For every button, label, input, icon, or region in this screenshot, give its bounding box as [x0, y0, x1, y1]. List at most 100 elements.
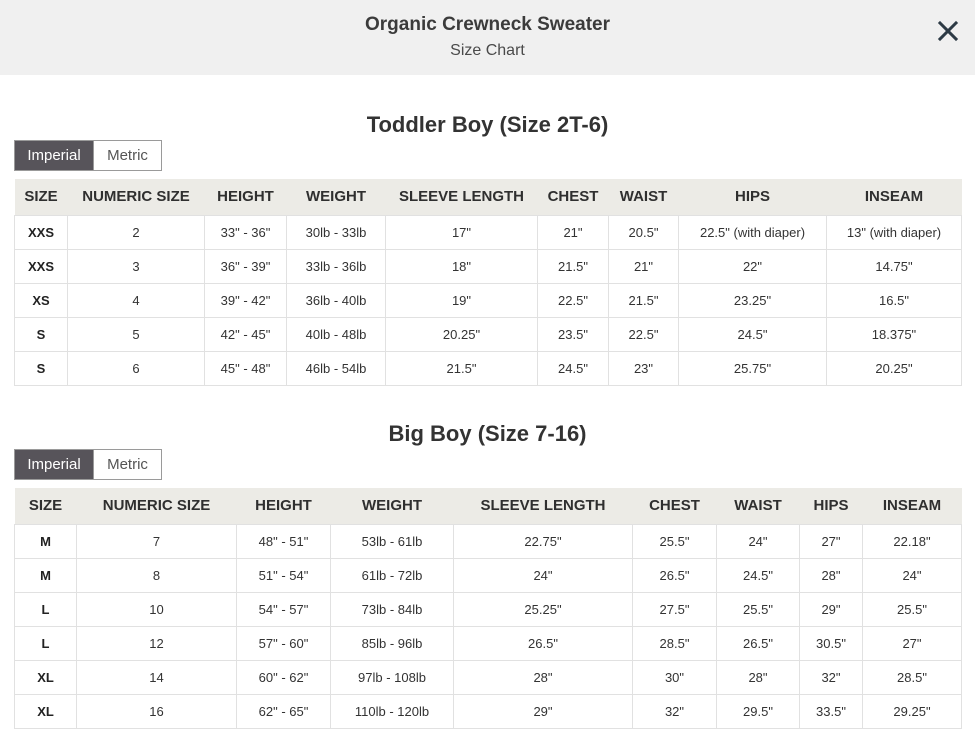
table-cell: 25.5" — [862, 591, 962, 627]
table-cell: 30lb - 33lb — [286, 214, 386, 250]
bigboy-imperial-tab[interactable]: Imperial — [15, 450, 93, 479]
size-cell: XL — [14, 659, 77, 695]
table-cell: 22" — [678, 248, 827, 284]
table-cell: 27" — [799, 523, 863, 559]
modal-header: Organic Crewneck Sweater Size Chart — [0, 0, 975, 75]
column-header: SIZE — [14, 179, 68, 215]
table-cell: 23" — [608, 350, 679, 386]
table-cell: 32" — [632, 693, 717, 729]
table-cell: 8 — [76, 557, 237, 593]
toddler-unit-toggle: Imperial Metric — [14, 140, 162, 171]
table-row: L 10 54" - 57" 73lb - 84lb 25.25" 27.5" 25.5" 2… — [14, 591, 962, 627]
table-cell: 24" — [716, 523, 800, 559]
size-cell: XXS — [14, 248, 68, 284]
table-cell: 2 — [67, 214, 205, 250]
table-row: M 7 48" - 51" 53lb - 61lb 22.75" 25.5" 24" 27" 2… — [14, 523, 962, 559]
table-cell: 29" — [799, 591, 863, 627]
table-cell: 14.75" — [826, 248, 962, 284]
table-cell: 22.75" — [453, 523, 633, 559]
table-cell: 30" — [632, 659, 717, 695]
table-cell: 6 — [67, 350, 205, 386]
size-cell: S — [14, 350, 68, 386]
table-cell: 97lb - 108lb — [330, 659, 454, 695]
table-cell: 13" (with diaper) — [826, 214, 962, 250]
table-cell: 21.5" — [537, 248, 609, 284]
table-cell: 29" — [453, 693, 633, 729]
table-cell: 26.5" — [716, 625, 800, 661]
size-cell: S — [14, 316, 68, 352]
column-header: WEIGHT — [286, 179, 386, 215]
table-cell: 20.5" — [608, 214, 679, 250]
table-cell: 29.25" — [862, 693, 962, 729]
table-cell: 25.5" — [716, 591, 800, 627]
column-header: HEIGHT — [204, 179, 287, 215]
table-cell: 27" — [862, 625, 962, 661]
table-cell: 22.18" — [862, 523, 962, 559]
table-cell: 5 — [67, 316, 205, 352]
table-cell: 18.375" — [826, 316, 962, 352]
table-row: XXS 2 33" - 36" 30lb - 33lb 17" 21" 20.5" 22.5"… — [14, 214, 962, 250]
table-cell: 51" - 54" — [236, 557, 331, 593]
table-cell: 22.5" — [608, 316, 679, 352]
size-cell: XXS — [14, 214, 68, 250]
size-cell: XS — [14, 282, 68, 318]
table-row: XS 4 39" - 42" 36lb - 40lb 19" 22.5" 21.5" 23.2… — [14, 282, 962, 318]
table-cell: 26.5" — [453, 625, 633, 661]
bigboy-size-table: SIZE NUMERIC SIZE HEIGHT WEIGHT SLEEVE LENGT… — [14, 488, 962, 729]
close-button[interactable] — [935, 18, 961, 44]
column-header: HEIGHT — [236, 488, 331, 524]
column-header: NUMERIC SIZE — [67, 179, 205, 215]
size-cell: L — [14, 591, 77, 627]
table-cell: 24.5" — [537, 350, 609, 386]
table-cell: 28.5" — [862, 659, 962, 695]
table-cell: 54" - 57" — [236, 591, 331, 627]
table-cell: 33" - 36" — [204, 214, 287, 250]
table-cell: 45" - 48" — [204, 350, 287, 386]
toddler-imperial-tab[interactable]: Imperial — [15, 141, 93, 170]
table-cell: 16.5" — [826, 282, 962, 318]
table-cell: 24.5" — [716, 557, 800, 593]
table-cell: 33lb - 36lb — [286, 248, 386, 284]
table-cell: 25.25" — [453, 591, 633, 627]
column-header: WAIST — [608, 179, 679, 215]
table-cell: 33.5" — [799, 693, 863, 729]
table-row: XL 16 62" - 65" 110lb - 120lb 29" 32" 29.5" 33.… — [14, 693, 962, 729]
table-cell: 28" — [716, 659, 800, 695]
column-header: CHEST — [632, 488, 717, 524]
table-cell: 42" - 45" — [204, 316, 287, 352]
column-header: CHEST — [537, 179, 609, 215]
column-header: NUMERIC SIZE — [76, 488, 237, 524]
table-row: S 5 42" - 45" 40lb - 48lb 20.25" 23.5" 22.5" 24… — [14, 316, 962, 352]
table-cell: 28" — [799, 557, 863, 593]
table-cell: 21.5" — [608, 282, 679, 318]
column-header: WEIGHT — [330, 488, 454, 524]
column-header: HIPS — [678, 179, 827, 215]
table-row: M 8 51" - 54" 61lb - 72lb 24" 26.5" 24.5" 28" 24… — [14, 557, 962, 593]
table-cell: 21.5" — [385, 350, 538, 386]
table-cell: 26.5" — [632, 557, 717, 593]
table-cell: 60" - 62" — [236, 659, 331, 695]
table-cell: 23.5" — [537, 316, 609, 352]
table-cell: 4 — [67, 282, 205, 318]
size-cell: M — [14, 523, 77, 559]
table-cell: 39" - 42" — [204, 282, 287, 318]
table-cell: 10 — [76, 591, 237, 627]
table-header-row: SIZE NUMERIC SIZE HEIGHT WEIGHT SLEEVE LENGT… — [14, 488, 962, 524]
table-cell: 17" — [385, 214, 538, 250]
table-cell: 21" — [608, 248, 679, 284]
table-row: XL 14 60" - 62" 97lb - 108lb 28" 30" 28" 32" 28.… — [14, 659, 962, 695]
table-cell: 48" - 51" — [236, 523, 331, 559]
bigboy-metric-tab[interactable]: Metric — [93, 450, 161, 479]
bigboy-section-title: Big Boy (Size 7-16) — [388, 421, 587, 446]
column-header: SIZE — [14, 488, 77, 524]
table-cell: 73lb - 84lb — [330, 591, 454, 627]
table-cell: 7 — [76, 523, 237, 559]
toddler-metric-tab[interactable]: Metric — [93, 141, 161, 170]
column-header: SLEEVE LENGTH — [385, 179, 538, 215]
table-cell: 20.25" — [385, 316, 538, 352]
table-cell: 20.25" — [826, 350, 962, 386]
table-cell: 46lb - 54lb — [286, 350, 386, 386]
table-cell: 110lb - 120lb — [330, 693, 454, 729]
table-cell: 62" - 65" — [236, 693, 331, 729]
table-cell: 30.5" — [799, 625, 863, 661]
